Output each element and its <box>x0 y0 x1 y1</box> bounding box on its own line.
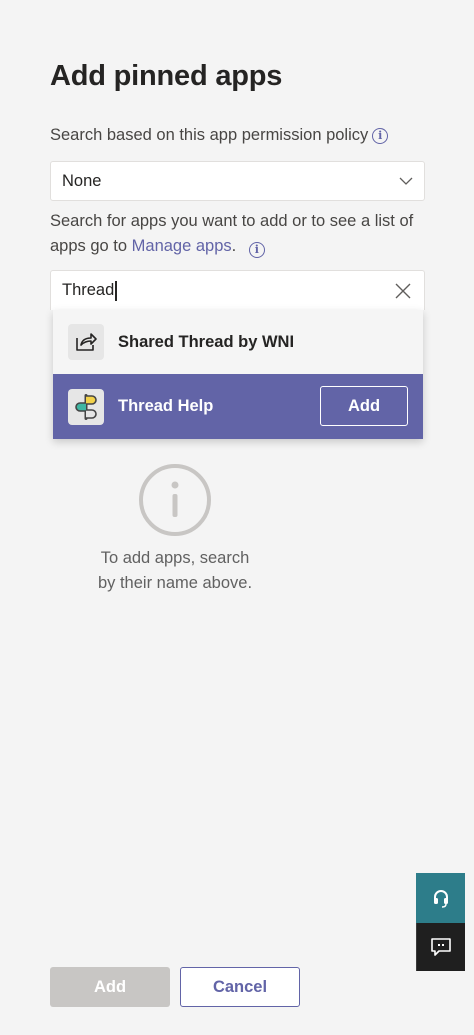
search-results-list: Shared Thread by WNI Thread Help Add <box>53 310 423 439</box>
add-pinned-apps-panel: Add pinned apps Search based on this app… <box>50 0 425 1035</box>
add-app-button[interactable]: Add <box>320 386 408 426</box>
cancel-button[interactable]: Cancel <box>180 967 300 1007</box>
search-input-value: Thread <box>62 281 115 299</box>
policy-selected-value: None <box>62 171 102 190</box>
result-item-thread-help[interactable]: Thread Help Add <box>53 374 423 439</box>
info-icon[interactable]: i <box>248 241 265 258</box>
thread-help-logo-icon <box>68 388 104 425</box>
headset-icon <box>433 890 448 908</box>
info-icon[interactable]: i <box>372 127 389 144</box>
text-caret <box>115 280 117 301</box>
result-name: Thread Help <box>118 397 214 415</box>
add-button[interactable]: Add <box>50 967 170 1007</box>
result-item-shared-thread[interactable]: Shared Thread by WNI <box>53 310 423 374</box>
chevron-down-icon <box>399 177 413 185</box>
page-title: Add pinned apps <box>50 60 283 92</box>
result-name: Shared Thread by WNI <box>118 332 295 351</box>
app-search-input[interactable]: Thread <box>50 270 425 310</box>
policy-label: Search based on this app permission poli… <box>50 126 389 145</box>
manage-apps-link[interactable]: Manage apps <box>132 237 232 255</box>
feedback-button[interactable] <box>416 923 465 971</box>
feedback-icon <box>431 938 451 956</box>
policy-label-text: Search based on this app permission poli… <box>50 126 369 144</box>
policy-dropdown[interactable]: None <box>50 161 425 201</box>
info-circle-icon <box>139 464 211 536</box>
share-arrow-icon <box>68 324 104 360</box>
search-help-text: Search for apps you want to add or to se… <box>50 212 414 258</box>
close-icon[interactable] <box>394 282 412 300</box>
help-button[interactable] <box>416 873 465 923</box>
empty-state-text: To add apps, search by their name above. <box>97 549 253 592</box>
